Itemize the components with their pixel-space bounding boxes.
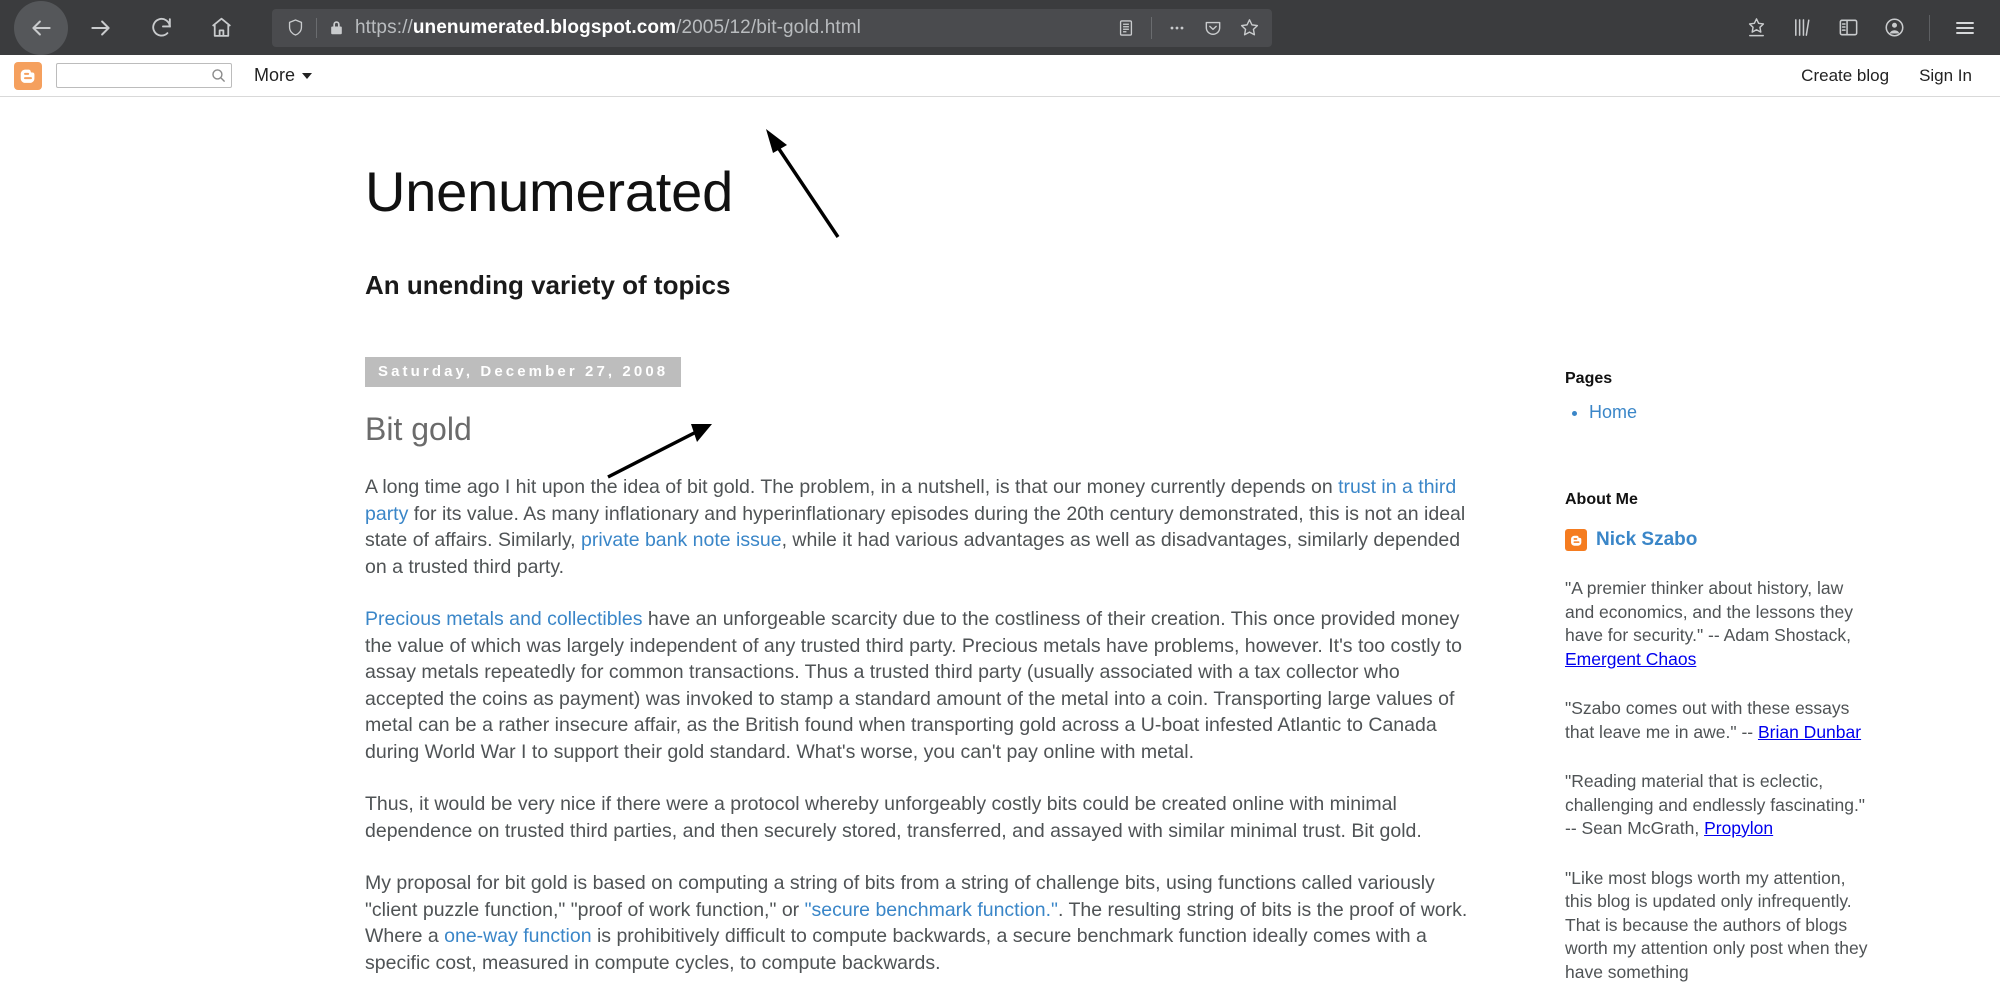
hamburger-menu-icon[interactable] <box>1944 7 1986 49</box>
address-bar-divider <box>316 17 317 38</box>
ellipsis-icon[interactable] <box>1160 11 1194 45</box>
page-content: Unenumerated An unending variety of topi… <box>0 97 2000 999</box>
blogger-profile-icon <box>1565 529 1587 551</box>
search-icon[interactable] <box>210 67 227 89</box>
url-scheme: https:// <box>355 16 413 38</box>
account-avatar-icon[interactable] <box>1873 7 1915 49</box>
navigation-buttons <box>14 0 248 55</box>
post-title: Bit gold <box>365 411 472 447</box>
home-button[interactable] <box>194 1 248 55</box>
address-bar[interactable]: https://unenumerated.blogspot.com/2005/1… <box>272 8 1272 47</box>
sidebar-quote: "Szabo comes out with these essays that … <box>1565 671 1875 744</box>
post-inline-link[interactable]: Precious metals and collectibles <box>365 608 642 630</box>
blogger-navbar-right: Create blog Sign In <box>1801 66 1988 86</box>
url-text[interactable]: https://unenumerated.blogspot.com/2005/1… <box>347 17 1109 39</box>
toolbar-divider <box>1929 14 1930 41</box>
post-paragraph: My proposal for bit gold is based on com… <box>365 844 1480 976</box>
search-input[interactable] <box>57 65 202 86</box>
back-button[interactable] <box>14 0 68 55</box>
browser-toolbar: https://unenumerated.blogspot.com/2005/1… <box>0 0 2000 55</box>
sidebar-quote: "Reading material that is eclectic, chal… <box>1565 744 1875 841</box>
more-dropdown[interactable]: More <box>254 65 313 86</box>
blogger-logo-icon[interactable] <box>14 61 42 90</box>
home-icon <box>209 15 234 40</box>
reload-button[interactable] <box>134 1 188 55</box>
post-date-header: Saturday, December 27, 2008 <box>365 357 682 387</box>
url-path: /2005/12/bit-gold.html <box>676 16 862 38</box>
post-paragraph: Precious metals and collectibles have an… <box>365 580 1480 765</box>
list-item[interactable]: Home <box>1589 402 1875 423</box>
text-run: Thus, it would be very nice if there wer… <box>365 793 1422 842</box>
post-inline-link[interactable]: private bank note issue <box>581 529 782 551</box>
reader-view-icon[interactable] <box>1109 11 1143 45</box>
blog-title: Unenumerated <box>365 160 734 223</box>
sidebar-inline-link[interactable]: Brian Dunbar <box>1758 722 1861 742</box>
main-column: Saturday, December 27, 2008 Bit gold A l… <box>365 357 1530 976</box>
sign-in-link[interactable]: Sign In <box>1919 66 1972 86</box>
sidebar-quote: "A premier thinker about history, law an… <box>1565 551 1875 671</box>
sidebar-quotes: "A premier thinker about history, law an… <box>1565 551 1875 984</box>
forward-button[interactable] <box>74 1 128 55</box>
back-arrow-icon <box>28 15 54 41</box>
sidebar: Pages Home About Me Nick Sz <box>1565 357 1875 984</box>
text-run: A long time ago I hit upon the idea of b… <box>365 476 1339 498</box>
sidebar-inline-link[interactable]: Emergent Chaos <box>1565 649 1696 669</box>
address-actions-divider <box>1151 16 1152 39</box>
post-inline-link[interactable]: "secure benchmark function." <box>805 899 1058 921</box>
sidebar-item-home[interactable]: Home <box>1589 402 1637 422</box>
sidebar-inline-link[interactable]: Propylon <box>1704 818 1773 838</box>
blogger-navbar: More Create blog Sign In <box>0 55 2000 97</box>
text-run: "A premier thinker about history, law an… <box>1565 578 1853 645</box>
pages-heading: Pages <box>1565 370 1613 387</box>
save-to-pocket-icon[interactable] <box>1735 7 1777 49</box>
pages-list: Home <box>1565 402 1875 423</box>
padlock-icon[interactable] <box>325 19 347 36</box>
text-run: "Like most blogs worth my attention, thi… <box>1565 867 1868 982</box>
post-body: A long time ago I hit upon the idea of b… <box>365 448 1530 976</box>
author-name-link[interactable]: Nick Szabo <box>1596 529 1697 551</box>
more-label: More <box>254 65 296 85</box>
reload-icon <box>149 15 174 40</box>
content-wrapper: Unenumerated An unending variety of topi… <box>120 97 1880 984</box>
browser-actions <box>1735 7 1986 49</box>
post-paragraph: A long time ago I hit upon the idea of b… <box>365 448 1480 580</box>
post-paragraph: Thus, it would be very nice if there wer… <box>365 765 1480 844</box>
columns: Saturday, December 27, 2008 Bit gold A l… <box>365 301 1880 984</box>
sidebar-toggle-icon[interactable] <box>1827 7 1869 49</box>
forward-arrow-icon <box>88 15 114 41</box>
blog-description: An unending variety of topics <box>365 270 731 300</box>
address-bar-actions <box>1109 11 1266 45</box>
about-me-heading: About Me <box>1565 491 1638 508</box>
post-inline-link[interactable]: one-way function <box>444 925 591 947</box>
tracking-protection-shield-icon[interactable] <box>282 18 308 37</box>
create-blog-link[interactable]: Create blog <box>1801 66 1889 86</box>
pocket-icon[interactable] <box>1196 11 1230 45</box>
library-icon[interactable] <box>1781 7 1823 49</box>
chevron-down-icon <box>302 72 313 79</box>
url-host: unenumerated.blogspot.com <box>412 16 677 38</box>
text-run: have an unforgeable scarcity due to the … <box>365 608 1463 763</box>
bookmark-star-icon[interactable] <box>1232 11 1266 45</box>
sidebar-quote: "Like most blogs worth my attention, thi… <box>1565 841 1875 985</box>
author-row[interactable]: Nick Szabo <box>1565 529 1875 551</box>
blogger-search[interactable] <box>56 63 232 88</box>
